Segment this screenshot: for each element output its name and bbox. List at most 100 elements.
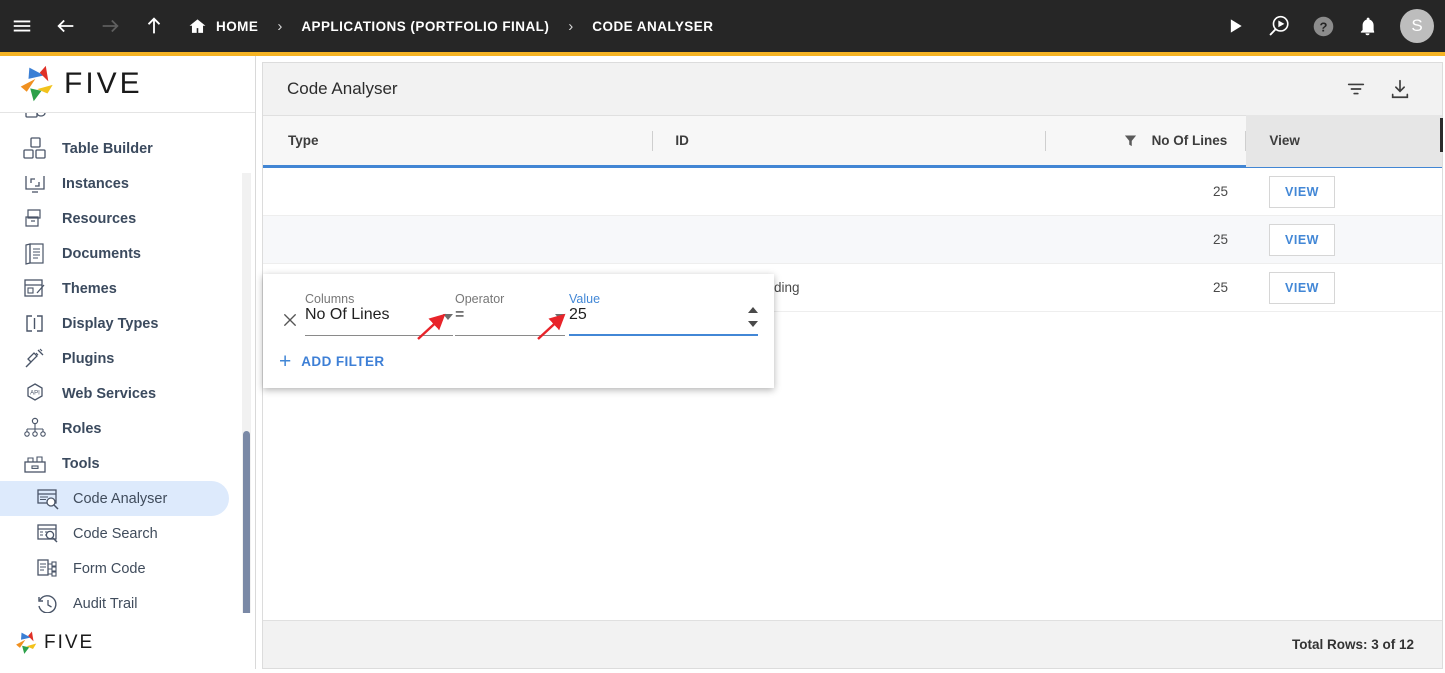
sidebar-item-themes[interactable]: Themes [0, 271, 255, 306]
five-logo-icon [20, 65, 53, 102]
sidebar-item-label: Web Services [62, 385, 157, 402]
app-root: HOME › APPLICATIONS (PORTFOLIO FINAL) › … [0, 0, 1445, 673]
sidebar-item-form-code[interactable]: Form Code [0, 551, 255, 586]
total-rows-label: Total Rows: 3 of 12 [1291, 637, 1414, 652]
menu-icon[interactable] [0, 0, 44, 52]
view-button[interactable]: VIEW [1269, 223, 1335, 256]
table-header-row: Type ID No Of Lines View [263, 114, 1443, 168]
column-header-id[interactable]: ID [653, 115, 1044, 167]
cell-id [653, 216, 1046, 264]
sidebar-item-label: Form Code [73, 560, 146, 577]
filter-active-icon[interactable] [1123, 133, 1138, 148]
table-builder-icon [22, 136, 48, 162]
sidebar-item-label: Tools [62, 455, 100, 472]
breadcrumb-applications[interactable]: APPLICATIONS (PORTFOLIO FINAL) [301, 0, 549, 52]
sidebar-item-label: Code Analyser [73, 490, 168, 507]
breadcrumb-home[interactable]: HOME [188, 0, 258, 52]
page-title: Code Analyser [287, 79, 398, 98]
column-header-view[interactable]: View [1246, 114, 1443, 167]
plugins-icon [22, 346, 48, 372]
view-button[interactable]: VIEW [1269, 271, 1335, 304]
breadcrumb-home-label: HOME [216, 18, 259, 34]
breadcrumb-code-analyser[interactable]: CODE ANALYSER [592, 0, 713, 52]
column-header-label: No Of Lines [1151, 133, 1228, 148]
breadcrumb-separator: › [568, 17, 574, 35]
help-icon[interactable]: ? [1301, 0, 1345, 52]
instances-icon [22, 171, 48, 197]
cell-view: VIEW [1246, 264, 1442, 312]
sidebar-item-code-analyser[interactable]: Code Analyser [0, 481, 229, 516]
sidebar-nav: Table Builder Instances Resources Docume… [0, 113, 255, 613]
sidebar-item-tools[interactable]: Tools [0, 446, 255, 481]
sidebar-item-label: Instances [62, 175, 129, 192]
columns-select[interactable]: No Of Lines [305, 306, 453, 336]
back-arrow-icon[interactable] [44, 0, 88, 52]
sidebar-item-label: Themes [62, 280, 117, 297]
value-label: Value [569, 292, 601, 306]
tools-icon [22, 451, 48, 477]
close-icon[interactable] [281, 311, 299, 329]
filter-row: Columns No Of Lines Operator = Value 25 [263, 274, 774, 336]
stepper-down-icon[interactable] [748, 321, 758, 327]
table-scrollbar-thumb[interactable] [1440, 118, 1443, 152]
add-filter-label: ADD FILTER [301, 354, 385, 369]
sidebar-item-display-types[interactable]: Display Types [0, 306, 255, 341]
sidebar-item-label: Roles [62, 420, 102, 437]
sidebar-item-audit-trail[interactable]: Audit Trail [0, 586, 255, 613]
value-input[interactable]: 25 [569, 306, 758, 336]
sidebar-item-instances[interactable]: Instances [0, 166, 255, 201]
svg-text:?: ? [1319, 19, 1327, 34]
bell-icon[interactable] [1345, 0, 1389, 52]
sidebar-item-resources[interactable]: Resources [0, 201, 255, 236]
form-code-icon [36, 557, 60, 581]
web-services-icon: API [22, 381, 48, 407]
columns-label: Columns [305, 292, 355, 306]
sidebar-item-plugins[interactable]: Plugins [0, 341, 255, 376]
sidebar-logo-text: FIVE [64, 67, 143, 100]
code-analyser-icon [36, 487, 60, 511]
sidebar-footer-logo-text: FIVE [44, 632, 95, 653]
top-navigation-bar: HOME › APPLICATIONS (PORTFOLIO FINAL) › … [0, 0, 1445, 52]
column-header-no-of-lines[interactable]: No Of Lines [1046, 115, 1246, 167]
sidebar-item-code-search[interactable]: Code Search [0, 516, 255, 551]
operator-value: = [455, 306, 465, 323]
sidebar-footer-logo[interactable]: FIVE [0, 631, 230, 655]
table-row[interactable]: 25 VIEW [263, 168, 1442, 216]
play-icon[interactable] [1213, 0, 1257, 52]
sidebar-item-roles[interactable]: Roles [0, 411, 255, 446]
quantity-stepper[interactable] [746, 303, 760, 331]
search-play-icon[interactable] [1257, 0, 1301, 52]
up-arrow-icon[interactable] [132, 0, 176, 52]
operator-select[interactable]: = [455, 306, 565, 336]
sidebar-logo[interactable]: FIVE [0, 56, 255, 113]
sidebar-item-label: Table Builder [62, 140, 153, 157]
chevron-down-icon [555, 314, 565, 320]
avatar[interactable]: S [1389, 0, 1445, 52]
filter-list-icon[interactable] [1334, 67, 1378, 111]
view-button[interactable]: VIEW [1269, 175, 1335, 208]
table-row[interactable]: 25 VIEW [263, 216, 1442, 264]
sidebar-scrollbar-thumb[interactable] [243, 431, 250, 613]
sidebar-item-documents[interactable]: Documents [0, 236, 255, 271]
sidebar-item-label: Documents [62, 245, 141, 262]
sidebar-item-label: Resources [62, 210, 137, 227]
forward-arrow-icon[interactable] [88, 0, 132, 52]
panel-footer: Total Rows: 3 of 12 [263, 620, 1442, 668]
stepper-up-icon[interactable] [748, 307, 758, 313]
download-icon[interactable] [1378, 67, 1422, 111]
sidebar-item-table-builder[interactable]: Table Builder [0, 131, 255, 166]
column-header-type[interactable]: Type [263, 115, 652, 167]
sidebar: FIVE Table Builder Instances Resources D… [0, 56, 256, 669]
sidebar-item-label: Audit Trail [73, 595, 138, 612]
sidebar-clipped-item[interactable] [0, 113, 255, 131]
sidebar-item-web-services[interactable]: API Web Services [0, 376, 255, 411]
svg-text:API: API [30, 390, 40, 396]
cell-view: VIEW [1246, 168, 1442, 216]
breadcrumb-separator: › [277, 17, 283, 35]
add-filter-button[interactable]: + ADD FILTER [279, 351, 385, 372]
themes-icon [22, 276, 48, 302]
five-logo-icon [16, 631, 37, 654]
table-body: 25 VIEW 25 VIEW Query CurrentStockHoldin… [263, 118, 1443, 620]
chevron-down-icon [443, 314, 453, 320]
cell-view: VIEW [1246, 216, 1442, 264]
